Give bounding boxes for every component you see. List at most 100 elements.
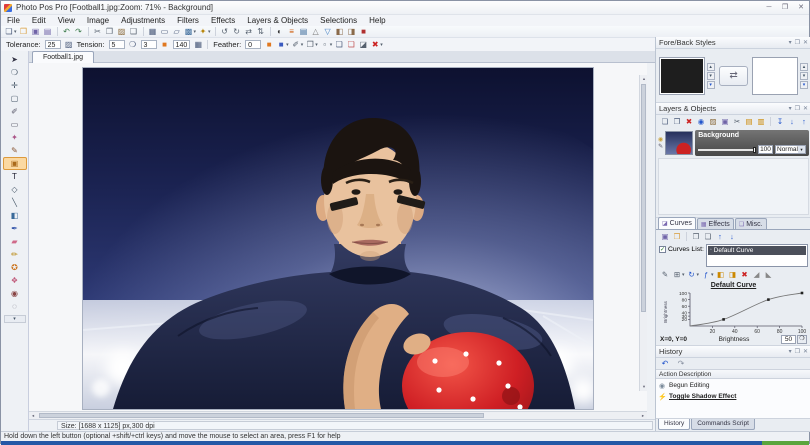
tab-curves[interactable]: ◪ Curves [658, 217, 696, 229]
brightness-button[interactable]: △ [310, 26, 322, 37]
area-select-tool[interactable]: ▣ [3, 157, 27, 170]
save-curve-button[interactable]: ▣ [659, 231, 671, 242]
redo-button[interactable]: ↷ [73, 26, 85, 37]
clone-stamp-tool[interactable]: ✪ [3, 261, 27, 274]
corner-up-button[interactable]: ◣ [763, 269, 775, 280]
delete-selection-button[interactable]: ❏ [345, 39, 357, 50]
back-spin-up-icon[interactable]: ▴ [800, 63, 808, 71]
move-tool[interactable]: ✛ [3, 79, 27, 92]
menu-help[interactable]: Help [363, 15, 391, 26]
menu-image[interactable]: Image [81, 15, 115, 26]
add-node-button[interactable]: ⊞▾ [671, 269, 686, 280]
tab-history[interactable]: History [658, 419, 690, 430]
paste-as-new-button[interactable]: ❑ [128, 26, 140, 37]
move-down-button[interactable]: ↓ [786, 116, 798, 127]
history-item-selected[interactable]: ⚡ Toggle Shadow Effect [658, 391, 809, 402]
menu-filters[interactable]: Filters [171, 15, 205, 26]
size-input[interactable]: 3 [141, 40, 157, 49]
feather-swatch-button[interactable]: ■ [263, 39, 275, 50]
magic-button[interactable]: ✦▾ [197, 26, 212, 37]
panel-close-icon[interactable]: ✕ [803, 348, 808, 355]
horizontal-scrollbar[interactable]: ◂ ▸ [29, 411, 647, 419]
rotate-left-button[interactable]: ↺ [219, 26, 231, 37]
scroll-up-icon[interactable]: ▴ [640, 75, 647, 83]
layer-edit-icon[interactable]: ✎ [658, 144, 663, 150]
corner-down-button[interactable]: ◢ [751, 269, 763, 280]
menu-file[interactable]: File [1, 15, 26, 26]
eraser-tool[interactable]: ▰ [3, 235, 27, 248]
menu-selections[interactable]: Selections [314, 15, 363, 26]
delete-curve-button[interactable]: ✖ [739, 269, 751, 280]
merge-down-button[interactable]: ▤ [743, 116, 755, 127]
send-bottom-button[interactable]: ↧ [774, 116, 786, 127]
rotate-right-button[interactable]: ↻ [231, 26, 243, 37]
layer-visibility-icon[interactable]: ◉ [658, 137, 663, 143]
save-as-button[interactable]: ▤ [42, 26, 54, 37]
smudge-tool[interactable]: ◌ [3, 300, 27, 313]
scroll-down-icon[interactable]: ▾ [640, 383, 647, 391]
brightness-slider-button[interactable]: ❍ [797, 335, 807, 344]
magic-wand-tool[interactable]: ✦ [3, 131, 27, 144]
menu-edit[interactable]: Edit [26, 15, 52, 26]
pattern-button[interactable]: ▩▾ [183, 26, 198, 37]
fill-tool[interactable]: ◧ [3, 209, 27, 222]
shapes-tool[interactable]: ◇ [3, 183, 27, 196]
zoom-tool[interactable]: ❍ [3, 66, 27, 79]
eyedropper-button[interactable]: ✐▾ [290, 39, 305, 50]
apply-before-button[interactable]: ◧ [715, 269, 727, 280]
blend-mode-dropdown[interactable]: Normal ▾ [775, 145, 806, 154]
new-button[interactable]: ❏▾ [3, 26, 18, 37]
new-selection-button[interactable]: ❏ [333, 39, 345, 50]
save-button[interactable]: ▣ [30, 26, 42, 37]
copy-button[interactable]: ❐ [104, 26, 116, 37]
color-levels-button[interactable]: ≡ [286, 26, 298, 37]
layer-thumbnail[interactable] [665, 131, 693, 155]
tools-scroll-down-icon[interactable]: ▾ [4, 315, 26, 323]
texture-button[interactable]: ◧ [334, 26, 346, 37]
delete-layer-button[interactable]: ✖ [683, 116, 695, 127]
reset-curve-button[interactable]: ↻▾ [686, 269, 701, 280]
brush-tool[interactable]: ✒ [3, 222, 27, 235]
opacity-slider[interactable] [698, 149, 756, 151]
feather-input[interactable]: 0 [245, 40, 261, 49]
brightness-value-input[interactable]: 50 [781, 335, 796, 344]
back-picker-icon[interactable]: ▾ [800, 81, 808, 89]
duplicate-curve-button[interactable]: ❐ [690, 231, 702, 242]
curves-list-checkbox[interactable]: ✓ [659, 246, 666, 253]
gradient-button[interactable]: ▨ [63, 39, 75, 50]
panel-collapse-icon[interactable]: ▾ [789, 348, 792, 355]
opacity-value[interactable]: 100 [758, 145, 773, 154]
contrast-button[interactable]: ◐ [274, 26, 286, 37]
document-tab[interactable]: Football1.jpg [32, 51, 94, 63]
menu-adjustments[interactable]: Adjustments [115, 15, 171, 26]
brush-select-tool[interactable]: ✎ [3, 144, 27, 157]
curves-list-selected[interactable]: ▫ Default Curve [708, 246, 806, 255]
fore-spin-up-icon[interactable]: ▴ [707, 63, 715, 71]
gradient-map-button[interactable]: ▤ [298, 26, 310, 37]
paste-layer-button[interactable]: ▨ [707, 116, 719, 127]
image-resize-button[interactable]: ▦ [147, 26, 159, 37]
red-eye-tool[interactable]: ◉ [3, 287, 27, 300]
undo-step-button[interactable]: ↶ [659, 358, 671, 369]
minimize-icon[interactable]: ─ [761, 1, 777, 14]
move-up-button[interactable]: ↑ [798, 116, 810, 127]
fore-picker-icon[interactable]: ▾ [707, 81, 715, 89]
undo-button[interactable]: ↶ [61, 26, 73, 37]
tension-input[interactable]: 5 [109, 40, 125, 49]
panel-float-icon[interactable]: ❐ [795, 105, 800, 112]
panel-close-icon[interactable]: ✕ [803, 39, 808, 46]
vertical-scrollbar[interactable]: ▴ ▾ [639, 75, 647, 391]
curve-up-button[interactable]: ↑ [714, 231, 726, 242]
open-curve-button[interactable]: ❒ [671, 231, 683, 242]
photo-frame-button[interactable]: ◨ [346, 26, 358, 37]
pattern-swatch-button[interactable]: ■▾ [275, 39, 290, 50]
frame-button[interactable]: ▱ [171, 26, 183, 37]
apply-after-button[interactable]: ◨ [727, 269, 739, 280]
grid-button[interactable]: ▦ [192, 39, 204, 50]
function-curve-button[interactable]: ƒ▾ [700, 269, 715, 280]
tab-commands-script[interactable]: Commands Script [691, 419, 755, 430]
open-button[interactable]: ❒ [18, 26, 30, 37]
art-brush-tool[interactable]: ❖ [3, 274, 27, 287]
color-swatch-button[interactable]: ■ [358, 26, 370, 37]
tolerance-input[interactable]: 25 [45, 40, 61, 49]
